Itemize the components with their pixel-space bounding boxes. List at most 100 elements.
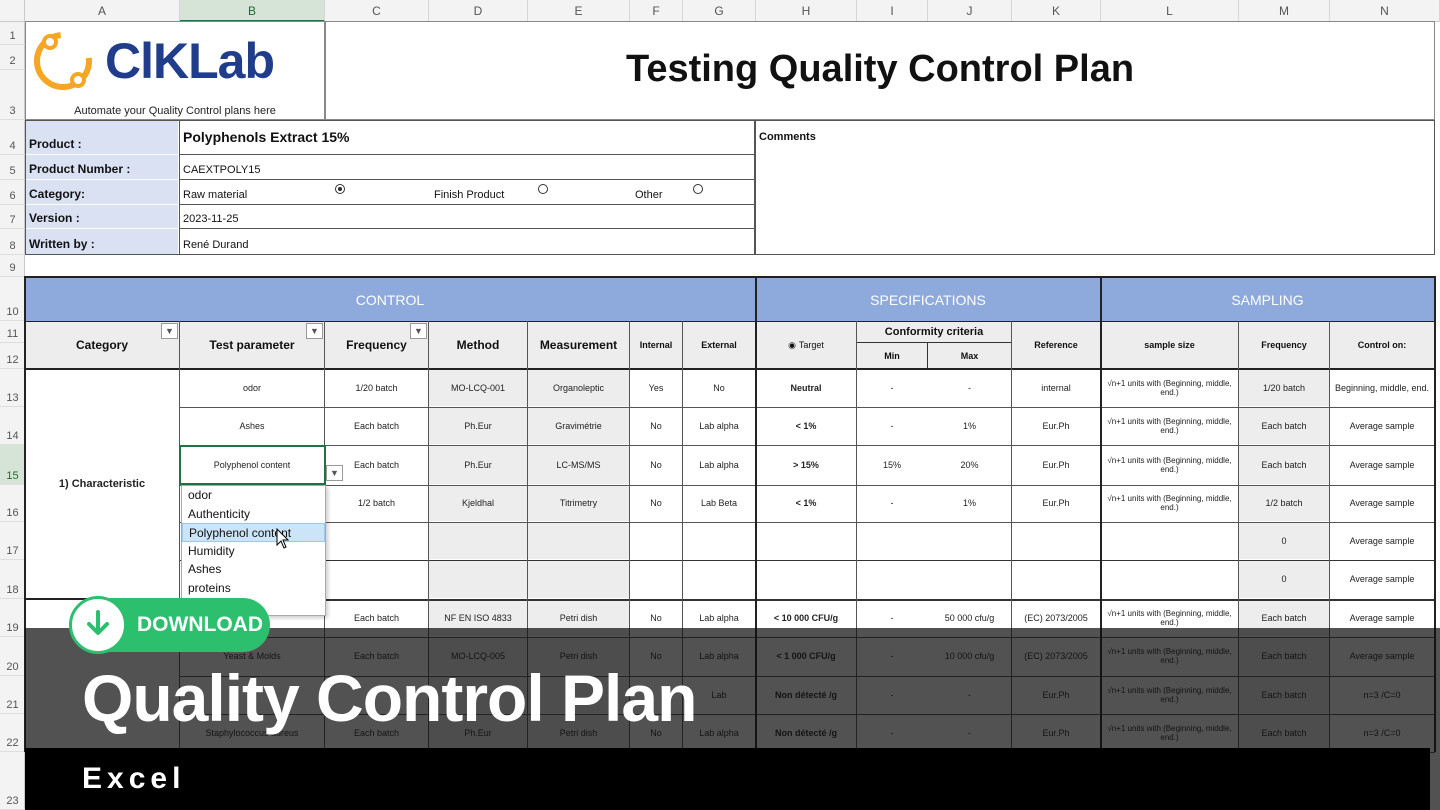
control-on-cell[interactable]: Average sample bbox=[1330, 485, 1434, 521]
filter-frequency-button[interactable]: ▼ bbox=[410, 323, 427, 339]
row-number[interactable]: 1 bbox=[0, 22, 25, 45]
dropdown-option[interactable]: odor bbox=[182, 486, 325, 505]
column-letter[interactable]: M bbox=[1239, 0, 1330, 22]
row-number[interactable]: 23 bbox=[0, 752, 25, 810]
row-number[interactable]: 13 bbox=[0, 369, 25, 407]
radio-finish-product[interactable] bbox=[538, 184, 548, 194]
product-value[interactable]: Polyphenols Extract 15% bbox=[181, 121, 350, 148]
filter-category-button[interactable]: ▼ bbox=[161, 323, 178, 339]
external-cell[interactable]: Lab Beta bbox=[683, 485, 755, 521]
external-cell[interactable] bbox=[683, 560, 755, 598]
row-number[interactable]: 8 bbox=[0, 229, 25, 255]
sample-size-cell[interactable]: √n+1 units with (Beginning, middle, end.… bbox=[1101, 369, 1238, 406]
reference-cell[interactable] bbox=[1012, 522, 1100, 559]
written-by-value[interactable]: René Durand bbox=[181, 229, 248, 254]
external-cell[interactable]: Lab alpha bbox=[683, 445, 755, 484]
max-cell[interactable] bbox=[928, 560, 1011, 598]
internal-cell[interactable] bbox=[630, 560, 682, 598]
target-cell[interactable]: Neutral bbox=[756, 369, 856, 406]
target-cell[interactable]: < 1% bbox=[756, 485, 856, 521]
frequency-cell[interactable]: Each batch bbox=[325, 407, 428, 444]
column-letter[interactable]: I bbox=[857, 0, 928, 22]
dropdown-option[interactable]: Humidity bbox=[182, 542, 325, 561]
row-number[interactable]: 17 bbox=[0, 522, 25, 560]
control-on-cell[interactable]: Average sample bbox=[1330, 522, 1434, 559]
control-on-cell[interactable]: Average sample bbox=[1330, 445, 1434, 484]
min-cell[interactable]: - bbox=[857, 369, 927, 406]
max-cell[interactable]: 1% bbox=[928, 485, 1011, 521]
target-cell[interactable]: < 1% bbox=[756, 407, 856, 444]
internal-cell[interactable]: Yes bbox=[630, 369, 682, 406]
column-letter[interactable]: D bbox=[429, 0, 528, 22]
measurement-cell[interactable]: LC-MS/MS bbox=[528, 445, 629, 484]
control-on-cell[interactable]: Average sample bbox=[1330, 560, 1434, 598]
frequency-cell[interactable] bbox=[325, 522, 428, 559]
sample-size-cell[interactable] bbox=[1101, 522, 1238, 559]
sample-size-cell[interactable]: √n+1 units with (Beginning, middle, end.… bbox=[1101, 485, 1238, 521]
test-parameter-dropdown[interactable]: odor Authenticity Polyphenol content Humidi… bbox=[181, 485, 326, 616]
target-cell[interactable]: > 15% bbox=[756, 445, 856, 484]
min-cell[interactable]: - bbox=[857, 407, 927, 444]
measurement-cell[interactable]: Gravimétrie bbox=[528, 407, 629, 444]
column-letter[interactable]: J bbox=[928, 0, 1012, 22]
version-value[interactable]: 2023-11-25 bbox=[181, 205, 238, 228]
row-number[interactable]: 5 bbox=[0, 155, 25, 180]
product-number-value[interactable]: CAEXTPOLY15 bbox=[181, 155, 260, 179]
test-parameter-cell[interactable]: odor bbox=[180, 369, 324, 406]
row-number[interactable]: 14 bbox=[0, 407, 25, 445]
column-letter[interactable]: H bbox=[756, 0, 857, 22]
external-cell[interactable]: No bbox=[683, 369, 755, 406]
test-parameter-cell[interactable]: Ashes bbox=[180, 407, 324, 444]
measurement-cell[interactable] bbox=[528, 522, 629, 559]
dropdown-option[interactable]: proteins bbox=[182, 579, 325, 598]
max-cell[interactable]: 1% bbox=[928, 407, 1011, 444]
reference-cell[interactable]: Eur.Ph bbox=[1012, 407, 1100, 444]
control-on-cell[interactable]: Beginning, middle, end. bbox=[1330, 369, 1434, 406]
reference-cell[interactable]: Eur.Ph bbox=[1012, 445, 1100, 484]
row-number[interactable]: 10 bbox=[0, 277, 25, 321]
reference-cell[interactable]: Eur.Ph bbox=[1012, 485, 1100, 521]
frequency-cell[interactable] bbox=[325, 560, 428, 598]
column-letter[interactable]: F bbox=[630, 0, 683, 22]
max-cell[interactable] bbox=[928, 522, 1011, 559]
min-cell[interactable] bbox=[857, 560, 927, 598]
select-all-corner[interactable] bbox=[0, 0, 25, 22]
sampling-frequency-cell[interactable]: Each batch bbox=[1239, 445, 1329, 484]
measurement-cell[interactable]: Titrimetry bbox=[528, 485, 629, 521]
method-cell[interactable] bbox=[429, 560, 527, 598]
min-cell[interactable]: 15% bbox=[857, 445, 927, 484]
column-letter[interactable]: N bbox=[1330, 0, 1440, 22]
category-characteristic[interactable]: 1) Characteristic bbox=[25, 369, 179, 598]
internal-cell[interactable]: No bbox=[630, 445, 682, 484]
max-cell[interactable]: 20% bbox=[928, 445, 1011, 484]
column-letter[interactable]: A bbox=[25, 0, 180, 22]
method-cell[interactable] bbox=[429, 522, 527, 559]
download-button[interactable]: DOWNLOAD bbox=[69, 596, 270, 654]
control-on-cell[interactable]: Average sample bbox=[1330, 407, 1434, 444]
method-cell[interactable]: MO-LCQ-001 bbox=[429, 369, 527, 406]
sampling-frequency-cell[interactable]: 0 bbox=[1239, 522, 1329, 559]
external-cell[interactable]: Lab alpha bbox=[683, 407, 755, 444]
row-number[interactable]: 22 bbox=[0, 714, 25, 752]
row-number[interactable]: 9 bbox=[0, 255, 25, 277]
max-cell[interactable]: - bbox=[928, 369, 1011, 406]
internal-cell[interactable] bbox=[630, 522, 682, 559]
row-number[interactable]: 11 bbox=[0, 321, 25, 343]
sample-size-cell[interactable]: √n+1 units with (Beginning, middle, end.… bbox=[1101, 407, 1238, 444]
target-cell[interactable] bbox=[756, 560, 856, 598]
row-number[interactable]: 16 bbox=[0, 485, 25, 522]
frequency-cell[interactable]: 1/20 batch bbox=[325, 369, 428, 406]
dropdown-option[interactable]: Authenticity bbox=[182, 505, 325, 524]
row-number[interactable]: 4 bbox=[0, 120, 25, 155]
row-number[interactable]: 21 bbox=[0, 676, 25, 714]
measurement-cell[interactable] bbox=[528, 560, 629, 598]
internal-cell[interactable]: No bbox=[630, 407, 682, 444]
row-number[interactable]: 3 bbox=[0, 70, 25, 120]
sampling-frequency-cell[interactable]: Each batch bbox=[1239, 407, 1329, 444]
method-cell[interactable]: Kjeldhal bbox=[429, 485, 527, 521]
dropdown-option[interactable]: Ashes bbox=[182, 560, 325, 579]
row-number[interactable]: 6 bbox=[0, 180, 25, 205]
frequency-cell[interactable]: 1/2 batch bbox=[325, 485, 428, 521]
row-number[interactable]: 2 bbox=[0, 45, 25, 70]
column-letter[interactable]: B bbox=[180, 0, 325, 22]
